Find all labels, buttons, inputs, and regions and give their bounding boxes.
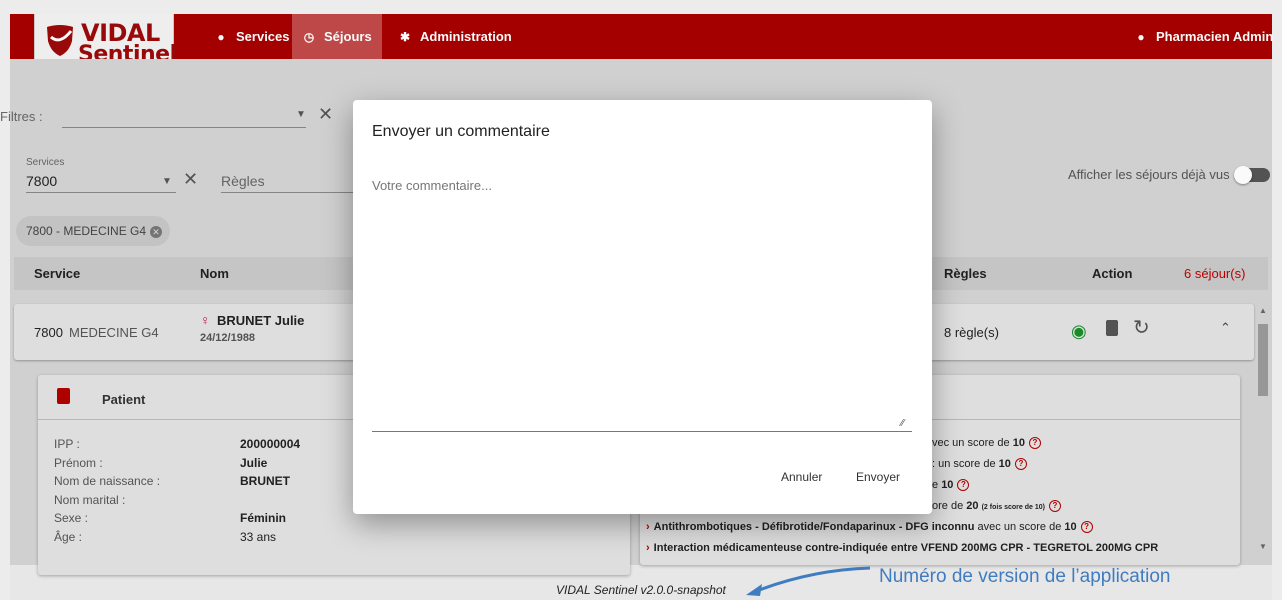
resize-handle-icon[interactable]: ∕∕ xyxy=(901,418,911,429)
cancel-button[interactable]: Annuler xyxy=(773,462,830,492)
send-button[interactable]: Envoyer xyxy=(848,462,908,492)
version-annotation: Numéro de version de l’application xyxy=(879,566,1171,587)
app-version: VIDAL Sentinel v2.0.0-snapshot xyxy=(556,583,726,597)
comment-textarea[interactable] xyxy=(372,178,912,432)
comment-dialog: Envoyer un commentaire ∕∕ Annuler Envoye… xyxy=(353,100,932,514)
annotation-arrow-icon xyxy=(746,566,871,596)
dialog-title: Envoyer un commentaire xyxy=(372,123,550,140)
